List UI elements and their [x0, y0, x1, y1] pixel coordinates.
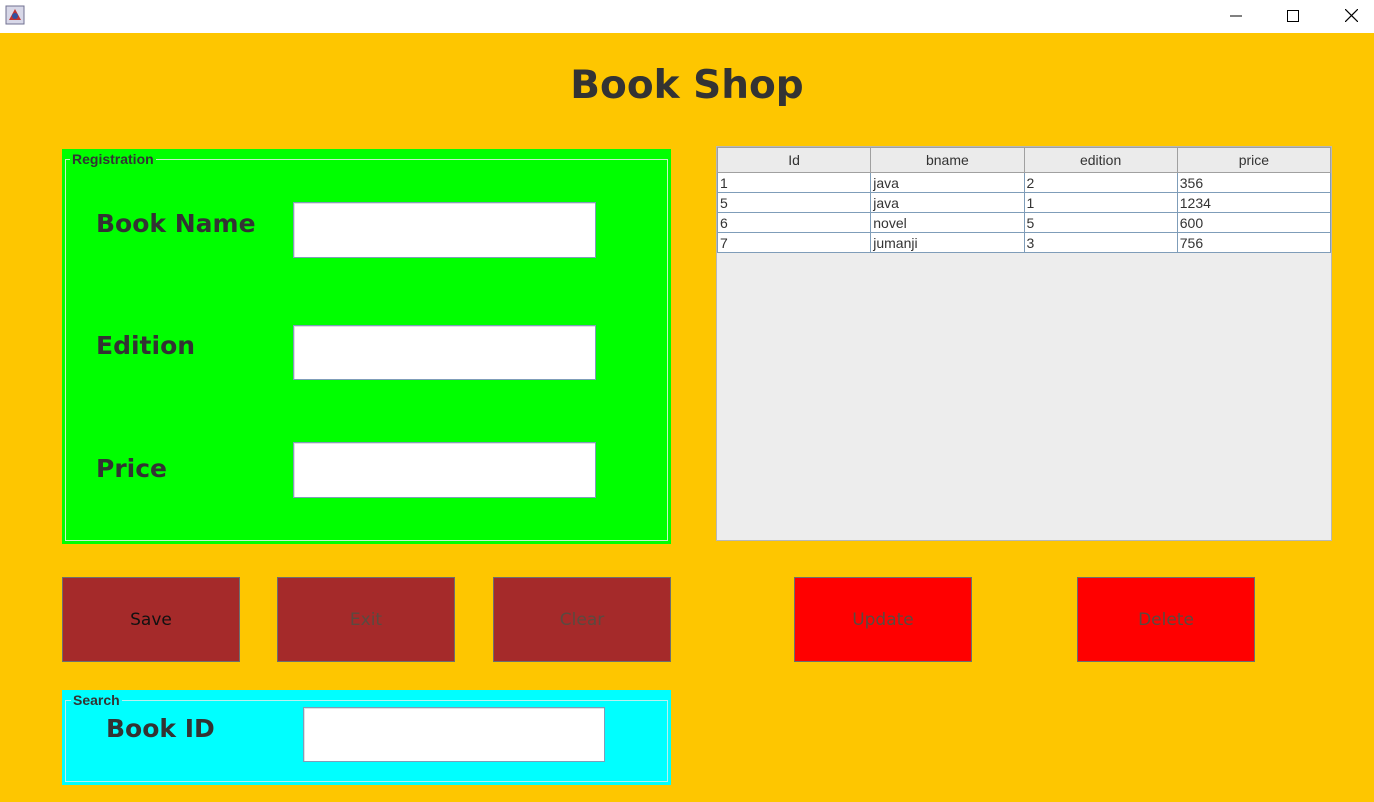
book-id-label: Book ID [106, 714, 215, 743]
table-cell: novel [870, 212, 1025, 233]
table-cell: 600 [1176, 212, 1332, 233]
edition-input[interactable] [293, 325, 596, 380]
column-header-id[interactable]: Id [716, 147, 872, 173]
table-row[interactable]: 7 jumanji 3 756 [716, 232, 1332, 253]
column-header-price[interactable]: price [1176, 147, 1332, 173]
table-cell: 1 [1023, 192, 1178, 213]
close-button[interactable] [1322, 0, 1374, 31]
table-row[interactable]: 5 java 1 1234 [716, 192, 1332, 213]
update-button[interactable]: Update [794, 577, 972, 662]
edition-label: Edition [96, 331, 196, 360]
window-title-bar [0, 0, 1374, 33]
table-cell: 756 [1176, 232, 1332, 253]
table-cell: 3 [1023, 232, 1178, 253]
maximize-icon [1287, 9, 1299, 22]
main-content: Book Shop Registration Book Name Edition… [0, 33, 1374, 802]
table-cell: 1234 [1176, 192, 1332, 213]
registration-panel: Registration Book Name Edition Price [62, 149, 671, 544]
table-cell: java [870, 192, 1025, 213]
table-row[interactable]: 1 java 2 356 [716, 172, 1332, 193]
registration-legend: Registration [70, 151, 156, 167]
maximize-button[interactable] [1264, 0, 1322, 31]
table-header-row: Id bname edition price [716, 147, 1332, 173]
close-icon [1344, 9, 1358, 22]
page-title: Book Shop [570, 63, 804, 108]
minimize-icon [1230, 15, 1242, 16]
book-id-input[interactable] [303, 707, 605, 762]
price-input[interactable] [293, 442, 596, 498]
search-panel: Search Book ID [62, 690, 671, 785]
table-cell: 2 [1023, 172, 1178, 193]
search-legend: Search [71, 692, 122, 708]
books-table-panel[interactable]: Id bname edition price 1 java 2 356 5 ja… [716, 146, 1332, 541]
exit-button[interactable]: Exit [277, 577, 455, 662]
column-header-bname[interactable]: bname [870, 147, 1025, 173]
table-row[interactable]: 6 novel 5 600 [716, 212, 1332, 233]
book-name-label: Book Name [96, 209, 256, 238]
table-cell: java [870, 172, 1025, 193]
table-cell: 5 [1023, 212, 1178, 233]
table-cell: jumanji [870, 232, 1025, 253]
table-cell: 7 [716, 232, 872, 253]
table-cell: 1 [716, 172, 872, 193]
delete-button[interactable]: Delete [1077, 577, 1255, 662]
book-name-input[interactable] [293, 202, 596, 258]
clear-button[interactable]: Clear [493, 577, 671, 662]
java-app-icon [5, 5, 25, 25]
table-cell: 5 [716, 192, 872, 213]
table-cell: 6 [716, 212, 872, 233]
column-header-edition[interactable]: edition [1023, 147, 1178, 173]
save-button[interactable]: Save [62, 577, 240, 662]
books-table: Id bname edition price 1 java 2 356 5 ja… [716, 147, 1332, 253]
table-cell: 356 [1176, 172, 1332, 193]
price-label: Price [96, 454, 167, 483]
minimize-button[interactable] [1207, 0, 1265, 31]
